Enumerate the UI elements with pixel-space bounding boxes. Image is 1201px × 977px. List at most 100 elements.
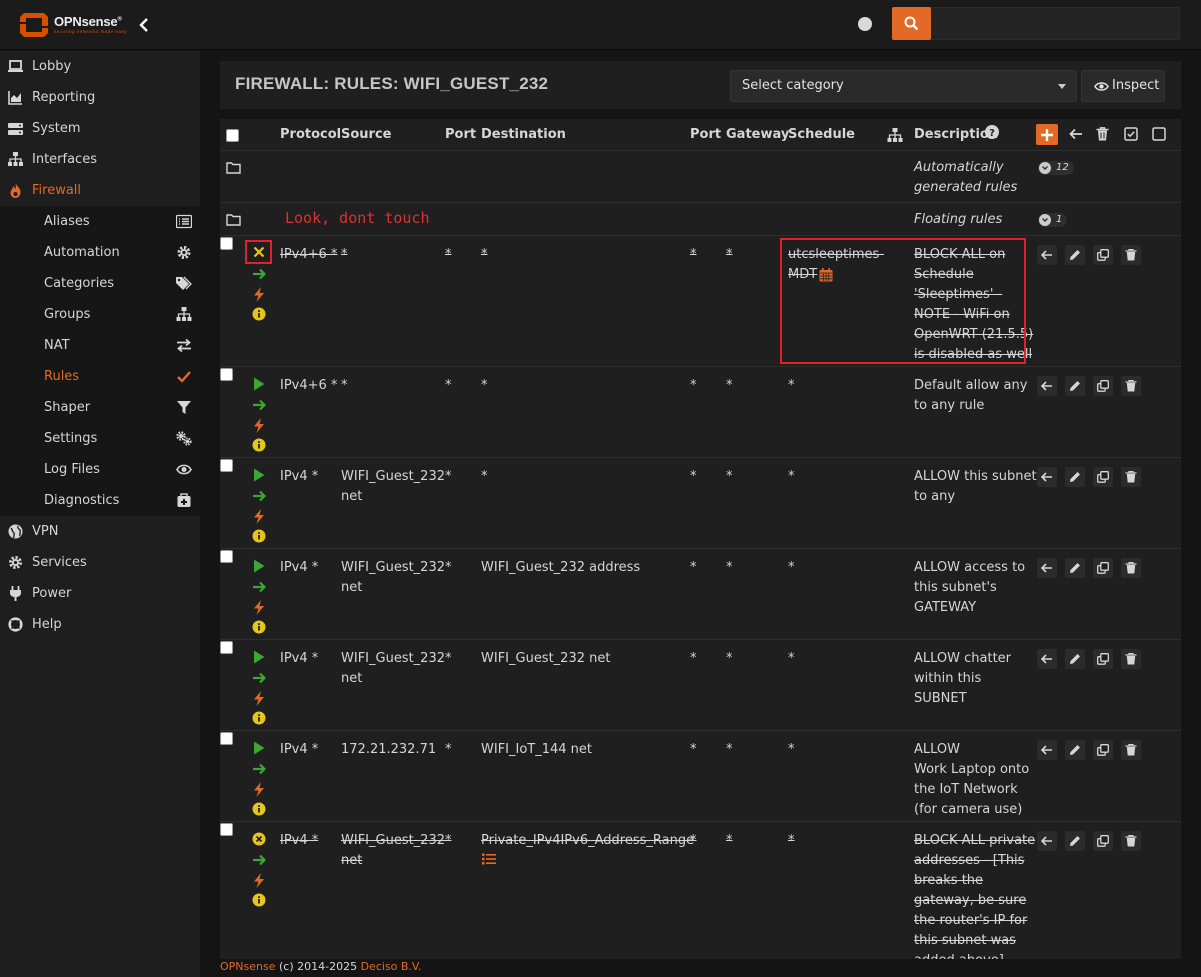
- sidebar-subitem-rules[interactable]: Rules: [0, 361, 200, 392]
- delete-rule-button[interactable]: [1121, 467, 1141, 487]
- arrow-left-icon: [1041, 472, 1052, 482]
- play-pass-icon[interactable]: [253, 650, 265, 664]
- delete-rule-button[interactable]: [1121, 376, 1141, 396]
- info-icon[interactable]: [252, 307, 266, 321]
- sidebar-subitem-shaper[interactable]: Shaper: [0, 392, 200, 423]
- sidebar-item-interfaces[interactable]: Interfaces: [0, 144, 200, 175]
- table-row[interactable]: IPv4+6 * * * * * * utcsleeptimes- MDT BLOCK ALL …: [220, 237, 1181, 367]
- info-icon[interactable]: [252, 802, 266, 816]
- clone-rule-button[interactable]: [1093, 376, 1113, 396]
- delete-rule-button[interactable]: [1121, 558, 1141, 578]
- opnsense-logo-icon[interactable]: [18, 9, 50, 41]
- play-pass-icon[interactable]: [253, 559, 265, 573]
- footer-company-link[interactable]: Deciso B.V.: [361, 960, 422, 973]
- move-before-button[interactable]: [1037, 467, 1057, 487]
- inspect-button[interactable]: Inspect: [1081, 70, 1165, 102]
- clone-rule-button[interactable]: [1093, 649, 1113, 669]
- info-icon[interactable]: [252, 711, 266, 725]
- footer-brand-link[interactable]: OPNsense: [220, 960, 276, 973]
- rule-checkbox[interactable]: [220, 732, 233, 745]
- move-before-button[interactable]: [1037, 245, 1057, 265]
- sidebar-subitem-categories[interactable]: Categories: [0, 268, 200, 299]
- status-indicator-icon[interactable]: [858, 17, 872, 31]
- rule-checkbox[interactable]: [220, 823, 233, 836]
- direction-in-icon: [253, 490, 267, 502]
- info-icon[interactable]: [252, 529, 266, 543]
- delete-rule-button[interactable]: [1121, 740, 1141, 760]
- select-all-checkbox[interactable]: [226, 129, 239, 142]
- trash-icon[interactable]: [1096, 127, 1109, 141]
- move-before-button[interactable]: [1037, 558, 1057, 578]
- delete-rule-button[interactable]: [1121, 245, 1141, 265]
- sidebar-item-vpn[interactable]: VPN: [0, 516, 200, 547]
- search-button[interactable]: [892, 7, 931, 40]
- info-icon[interactable]: [252, 620, 266, 634]
- info-icon[interactable]: [252, 893, 266, 907]
- group-count-badge[interactable]: 1: [1038, 213, 1068, 227]
- sidebar-subitem-groups[interactable]: Groups: [0, 299, 200, 330]
- chevron-left-icon[interactable]: [136, 17, 152, 33]
- clone-rule-button[interactable]: [1093, 740, 1113, 760]
- square-icon[interactable]: [1152, 127, 1166, 141]
- move-before-button[interactable]: [1037, 376, 1057, 396]
- table-row[interactable]: IPv4 * WIFI_Guest_232 net * * * * * ALLOW this s…: [220, 459, 1181, 549]
- edit-rule-button[interactable]: [1065, 831, 1085, 851]
- list-alias-icon[interactable]: [482, 853, 496, 865]
- sitemap-icon[interactable]: [887, 128, 903, 142]
- sidebar-item-lobby[interactable]: Lobby: [0, 51, 200, 82]
- table-row[interactable]: IPv4 * WIFI_Guest_232 net * WIFI_Guest_232 a…: [220, 550, 1181, 640]
- edit-rule-button[interactable]: [1065, 740, 1085, 760]
- table-row[interactable]: IPv4 * WIFI_Guest_232 net * WIFI_Guest_232 n…: [220, 641, 1181, 731]
- move-before-button[interactable]: [1037, 740, 1057, 760]
- info-icon[interactable]: [252, 438, 266, 452]
- sidebar-item-help[interactable]: Help: [0, 609, 200, 640]
- edit-rule-button[interactable]: [1065, 467, 1085, 487]
- sidebar-subitem-aliases[interactable]: Aliases: [0, 206, 200, 237]
- move-before-button[interactable]: [1037, 831, 1057, 851]
- sidebar-subitem-nat[interactable]: NAT: [0, 330, 200, 361]
- play-pass-icon[interactable]: [253, 377, 265, 391]
- pencil-icon: [1070, 250, 1080, 260]
- play-pass-icon[interactable]: [253, 741, 265, 755]
- search-input[interactable]: [931, 7, 1180, 40]
- sidebar-item-system[interactable]: System: [0, 113, 200, 144]
- table-row[interactable]: IPv4 * WIFI_Guest_232 net * Private_IPv4IPv6…: [220, 823, 1181, 959]
- sidebar-subitem-log-files[interactable]: Log Files: [0, 454, 200, 485]
- move-before-button[interactable]: [1037, 649, 1057, 669]
- edit-rule-button[interactable]: [1065, 376, 1085, 396]
- clone-rule-button[interactable]: [1093, 467, 1113, 487]
- edit-rule-button[interactable]: [1065, 649, 1085, 669]
- edit-rule-button[interactable]: [1065, 558, 1085, 578]
- clone-rule-button[interactable]: [1093, 831, 1113, 851]
- delete-rule-button[interactable]: [1121, 831, 1141, 851]
- sidebar-subitem-settings[interactable]: Settings: [0, 423, 200, 454]
- sidebar-subitem-diagnostics[interactable]: Diagnostics: [0, 485, 200, 516]
- table-row[interactable]: IPv4+6 * * * * * * * Default allow any to any ru…: [220, 368, 1181, 458]
- category-select[interactable]: Select category: [730, 70, 1077, 102]
- sidebar-item-services[interactable]: Services: [0, 547, 200, 578]
- top-bar: OPNsense® securing networks made easy: [0, 0, 1201, 50]
- sidebar-item-reporting[interactable]: Reporting: [0, 82, 200, 113]
- sidebar-subitem-automation[interactable]: Automation: [0, 237, 200, 268]
- play-pass-icon[interactable]: [253, 468, 265, 482]
- table-row[interactable]: IPv4 * 172.21.232.71 * WIFI_IoT_144 net * * * A…: [220, 732, 1181, 822]
- rule-checkbox[interactable]: [220, 459, 233, 472]
- table-row-group-automatic[interactable]: Automatically generated rules 12: [220, 152, 1181, 203]
- rule-checkbox[interactable]: [220, 237, 233, 250]
- clone-rule-button[interactable]: [1093, 558, 1113, 578]
- group-count-badge[interactable]: 12: [1038, 161, 1074, 175]
- add-rule-button[interactable]: [1036, 124, 1058, 145]
- edit-rule-button[interactable]: [1065, 245, 1085, 265]
- help-icon[interactable]: ?: [985, 125, 999, 139]
- block-circle-icon[interactable]: [252, 832, 266, 846]
- rule-checkbox[interactable]: [220, 550, 233, 563]
- sidebar-item-firewall[interactable]: Firewall: [0, 175, 200, 206]
- delete-rule-button[interactable]: [1121, 649, 1141, 669]
- sidebar-item-power[interactable]: Power: [0, 578, 200, 609]
- rule-checkbox[interactable]: [220, 641, 233, 654]
- check-square-icon[interactable]: [1124, 127, 1138, 141]
- clone-rule-button[interactable]: [1093, 245, 1113, 265]
- rule-checkbox[interactable]: [220, 368, 233, 381]
- arrow-left-icon[interactable]: [1069, 127, 1083, 141]
- rule-protocol: IPv4 *: [280, 742, 319, 757]
